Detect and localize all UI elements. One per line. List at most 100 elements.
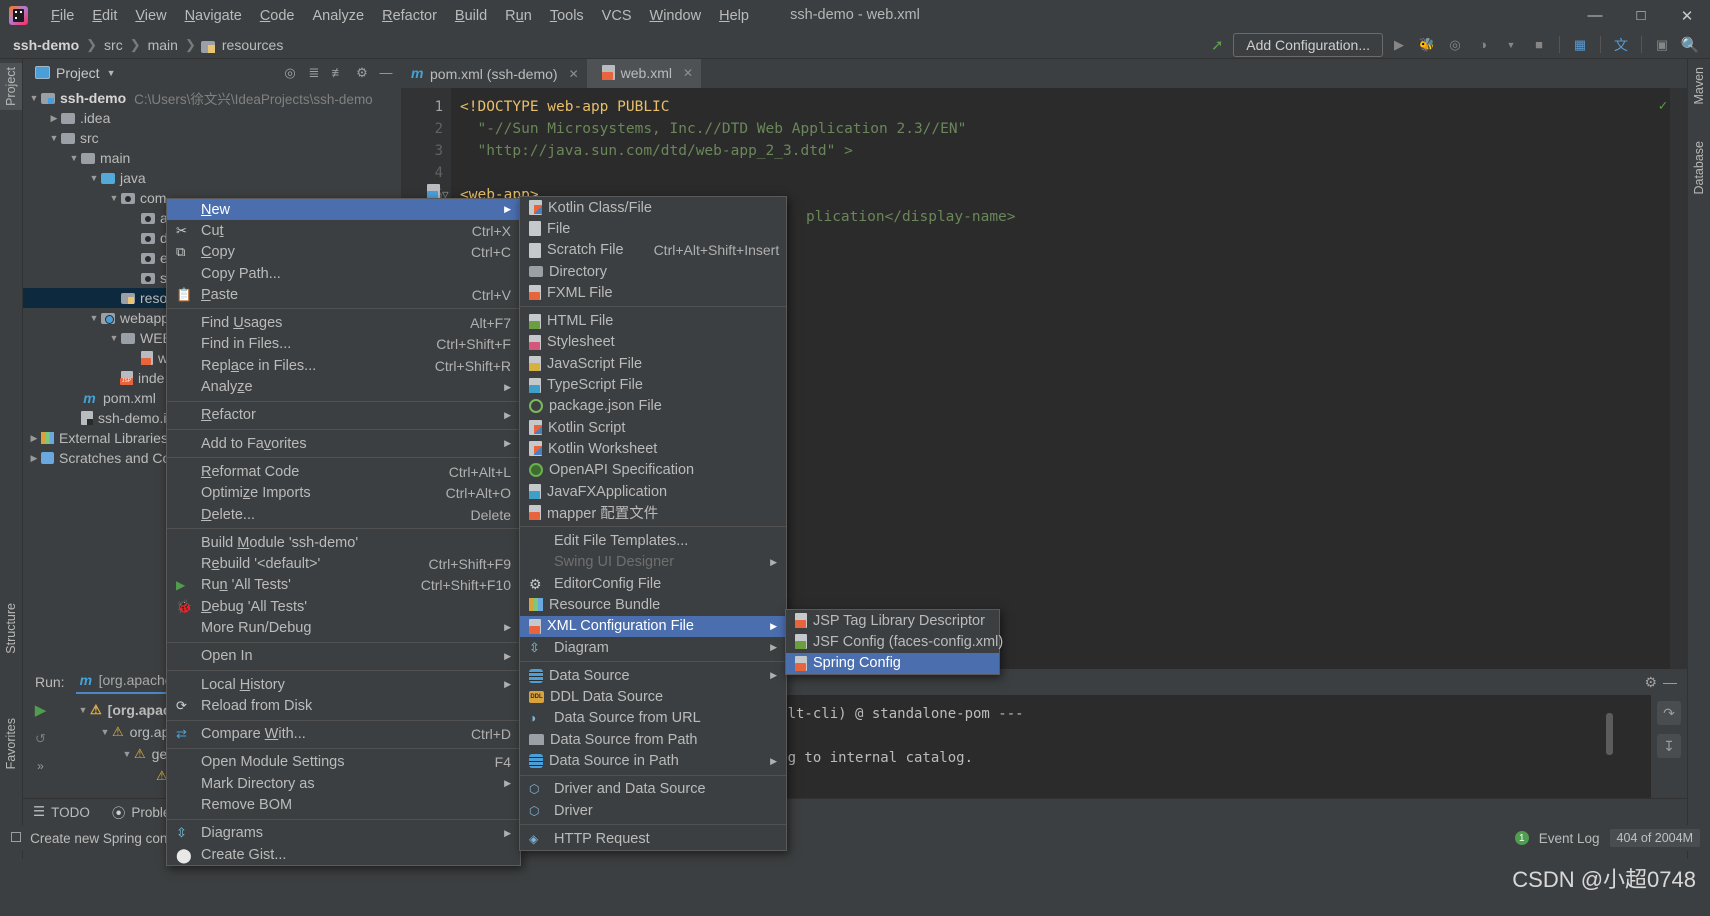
breadcrumb-item-3[interactable]: resources bbox=[220, 37, 285, 53]
rerun-icon[interactable]: ▶ bbox=[35, 701, 47, 719]
menu-analyze[interactable]: Analyze bbox=[304, 4, 374, 28]
chevron-down-icon[interactable]: ▼ bbox=[87, 173, 101, 183]
menu-item-diagrams[interactable]: ⇳ Diagrams ▶ bbox=[167, 823, 520, 844]
hide-icon[interactable]: — bbox=[1663, 674, 1677, 691]
project-panel-actions[interactable]: ◎ ≣ ≢ ⚙ — bbox=[279, 62, 397, 84]
breadcrumb-item-0[interactable]: ssh-demo bbox=[11, 37, 81, 53]
code-line[interactable]: "-//Sun Microsystems, Inc.//DTD Web Appl… bbox=[451, 118, 1669, 140]
menu-item-data-source-from-path[interactable]: Data Source from Path bbox=[520, 729, 786, 750]
menu-item-kotlin-script[interactable]: Kotlin Script bbox=[520, 417, 786, 438]
maximize-button[interactable]: □ bbox=[1618, 0, 1664, 31]
tool-window-tab-database[interactable]: Database bbox=[1688, 137, 1710, 199]
run-coverage-icon[interactable]: ◎ bbox=[1443, 33, 1467, 57]
scroll-to-end-icon[interactable]: ↧ bbox=[1657, 734, 1681, 758]
menu-item-refactor[interactable]: Refactor ▶ bbox=[167, 405, 520, 426]
minimize-button[interactable]: — bbox=[1572, 0, 1618, 31]
event-log-button[interactable]: Event Log bbox=[1539, 831, 1600, 846]
tool-window-tab-favorites[interactable]: Favorites bbox=[0, 714, 22, 773]
menu-item-xml-configuration-file[interactable]: XML Configuration File ▶ bbox=[520, 615, 786, 637]
menu-item-create-gist[interactable]: ⬤ Create Gist... bbox=[167, 844, 520, 865]
chevron-right-icon[interactable]: ▶ bbox=[47, 113, 61, 124]
chevron-down-icon[interactable]: ▼ bbox=[76, 705, 90, 715]
menu-item-scratch-file[interactable]: Scratch File Ctrl+Alt+Shift+Insert bbox=[520, 240, 786, 261]
tool-window-tab-structure[interactable]: Structure bbox=[0, 599, 22, 658]
menu-item-http-request[interactable]: ◈ HTTP Request bbox=[520, 828, 786, 849]
menu-item-replace-in-files[interactable]: Replace in Files... Ctrl+Shift+R bbox=[167, 355, 520, 376]
menu-item-fxml-file[interactable]: FXML File bbox=[520, 282, 786, 303]
project-tree-node[interactable]: ▶ .idea bbox=[23, 108, 401, 128]
menu-item-local-history[interactable]: Local History ▶ bbox=[167, 674, 520, 695]
menu-item-remove-bom[interactable]: Remove BOM bbox=[167, 794, 520, 815]
collapse-all-icon[interactable]: ≢ bbox=[327, 62, 349, 84]
menu-item-open-module-settings[interactable]: Open Module Settings F4 bbox=[167, 752, 520, 773]
menu-item-typescript-file[interactable]: TypeScript File bbox=[520, 374, 786, 395]
menu-item-driver[interactable]: ⬡ Driver bbox=[520, 800, 786, 821]
menu-item-openapi-specification[interactable]: OpenAPI Specification bbox=[520, 460, 786, 481]
menu-item-rebuild-default[interactable]: Rebuild '<default>' Ctrl+Shift+F9 bbox=[167, 553, 520, 574]
menu-item-mark-directory-as[interactable]: Mark Directory as ▶ bbox=[167, 773, 520, 794]
menu-item-build-module-ssh-demo[interactable]: Build Module 'ssh-demo' bbox=[167, 532, 520, 553]
debug-icon[interactable]: 🐝 bbox=[1415, 33, 1439, 57]
project-tree-node[interactable]: ▼ src bbox=[23, 128, 401, 148]
menu-item-delete[interactable]: Delete... Delete bbox=[167, 504, 520, 525]
chevron-down-icon[interactable]: ▼ bbox=[27, 93, 41, 103]
code-line[interactable]: "http://java.sun.com/dtd/web-app_2_3.dtd… bbox=[451, 140, 1669, 162]
chevron-right-icon[interactable]: ▶ bbox=[27, 453, 41, 464]
project-tree-node[interactable]: ▼ java bbox=[23, 168, 401, 188]
editor-tab-pom-xml[interactable]: m pom.xml (ssh-demo) ✕ bbox=[401, 59, 587, 88]
window-controls[interactable]: — □ ✕ bbox=[1572, 0, 1710, 31]
expand-all-icon[interactable]: ≣ bbox=[303, 62, 325, 84]
run-side-actions[interactable]: ▶ ↺ » bbox=[23, 695, 58, 798]
menu-build[interactable]: Build bbox=[446, 4, 496, 28]
menu-item-copy-path[interactable]: Copy Path... bbox=[167, 263, 520, 284]
xml-configuration-file-submenu[interactable]: JSP Tag Library Descriptor JSF Config (fa… bbox=[785, 609, 1003, 675]
menu-item-html-file[interactable]: HTML File bbox=[520, 310, 786, 331]
translate-icon[interactable]: 文 bbox=[1609, 33, 1633, 57]
close-icon[interactable]: ✕ bbox=[683, 66, 693, 80]
chevron-down-icon[interactable]: ▼ bbox=[67, 153, 81, 163]
context-menu[interactable]: New ▶ ✂ Cut Ctrl+X ⧉ Copy Ctrl+C Copy Path... 📋 Pa… bbox=[166, 198, 521, 867]
chevron-down-icon[interactable]: ▼ bbox=[107, 193, 121, 203]
menu-bar[interactable]: File Edit View Navigate Code Analyze Ref… bbox=[42, 4, 758, 28]
menu-item-more-run-debug[interactable]: More Run/Debug ▶ bbox=[167, 617, 520, 638]
toolbar-right[interactable]: ➚ Add Configuration... ▶ 🐝 ◎ ◑ ▼ ■ ▦ 文 ▣… bbox=[1205, 32, 1710, 57]
menu-help[interactable]: Help bbox=[710, 4, 758, 28]
project-tree-node[interactable]: ▼ main bbox=[23, 148, 401, 168]
menu-item-spring-config[interactable]: Spring Config bbox=[786, 652, 999, 674]
menu-item-open-in[interactable]: Open In ▶ bbox=[167, 646, 520, 667]
hammer-icon[interactable]: ➚ bbox=[1205, 33, 1229, 57]
soft-wrap-icon[interactable]: ↷ bbox=[1657, 701, 1681, 725]
menu-item-package-json-file[interactable]: package.json File bbox=[520, 396, 786, 417]
expand-more-icon[interactable]: » bbox=[37, 759, 44, 773]
menu-item-file[interactable]: File bbox=[520, 218, 786, 239]
menu-vcs[interactable]: VCS bbox=[593, 4, 641, 28]
menu-item-copy[interactable]: ⧉ Copy Ctrl+C bbox=[167, 242, 520, 263]
menu-item-kotlin-class-file[interactable]: Kotlin Class/File bbox=[520, 197, 786, 218]
editor-tab-web-xml[interactable]: web.xml ✕ bbox=[586, 59, 702, 88]
console-actions[interactable]: ↷ ↧ bbox=[1651, 695, 1687, 798]
status-bar-right[interactable]: 1 Event Log 404 of 2004M bbox=[1514, 829, 1710, 847]
menu-item-compare-with[interactable]: ⇄ Compare With... Ctrl+D bbox=[167, 724, 520, 745]
breadcrumb[interactable]: ssh-demo ❯ src ❯ main ❯ resources bbox=[11, 37, 285, 53]
xml-descriptor-gutter-icon[interactable] bbox=[427, 184, 440, 199]
menu-window[interactable]: Window bbox=[641, 4, 711, 28]
menu-item-reload-from-disk[interactable]: ⟳ Reload from Disk bbox=[167, 695, 520, 716]
menu-item-find-in-files[interactable]: Find in Files... Ctrl+Shift+F bbox=[167, 334, 520, 355]
menu-edit[interactable]: Edit bbox=[83, 4, 126, 28]
run-tab[interactable]: m [org.apache bbox=[75, 670, 177, 694]
menu-item-optimize-imports[interactable]: Optimize Imports Ctrl+Alt+O bbox=[167, 483, 520, 504]
menu-file[interactable]: File bbox=[42, 4, 83, 28]
menu-refactor[interactable]: Refactor bbox=[373, 4, 446, 28]
editor-scrollbar[interactable] bbox=[1670, 88, 1687, 669]
menu-item-analyze[interactable]: Analyze ▶ bbox=[167, 376, 520, 397]
memory-indicator[interactable]: 404 of 2004M bbox=[1609, 829, 1700, 847]
menu-item-paste[interactable]: 📋 Paste Ctrl+V bbox=[167, 284, 520, 305]
close-icon[interactable]: ✕ bbox=[569, 67, 579, 81]
settings-gear-icon[interactable]: ⚙ bbox=[351, 62, 373, 84]
terminal-icon[interactable]: ▣ bbox=[1650, 33, 1674, 57]
run-panel-actions[interactable]: ⚙ — bbox=[1644, 674, 1687, 691]
code-line[interactable] bbox=[451, 162, 1669, 184]
menu-item-new[interactable]: New ▶ bbox=[167, 199, 520, 221]
menu-item-ddl-data-source[interactable]: DDL DDL Data Source bbox=[520, 687, 786, 708]
menu-item-stylesheet[interactable]: Stylesheet bbox=[520, 332, 786, 353]
